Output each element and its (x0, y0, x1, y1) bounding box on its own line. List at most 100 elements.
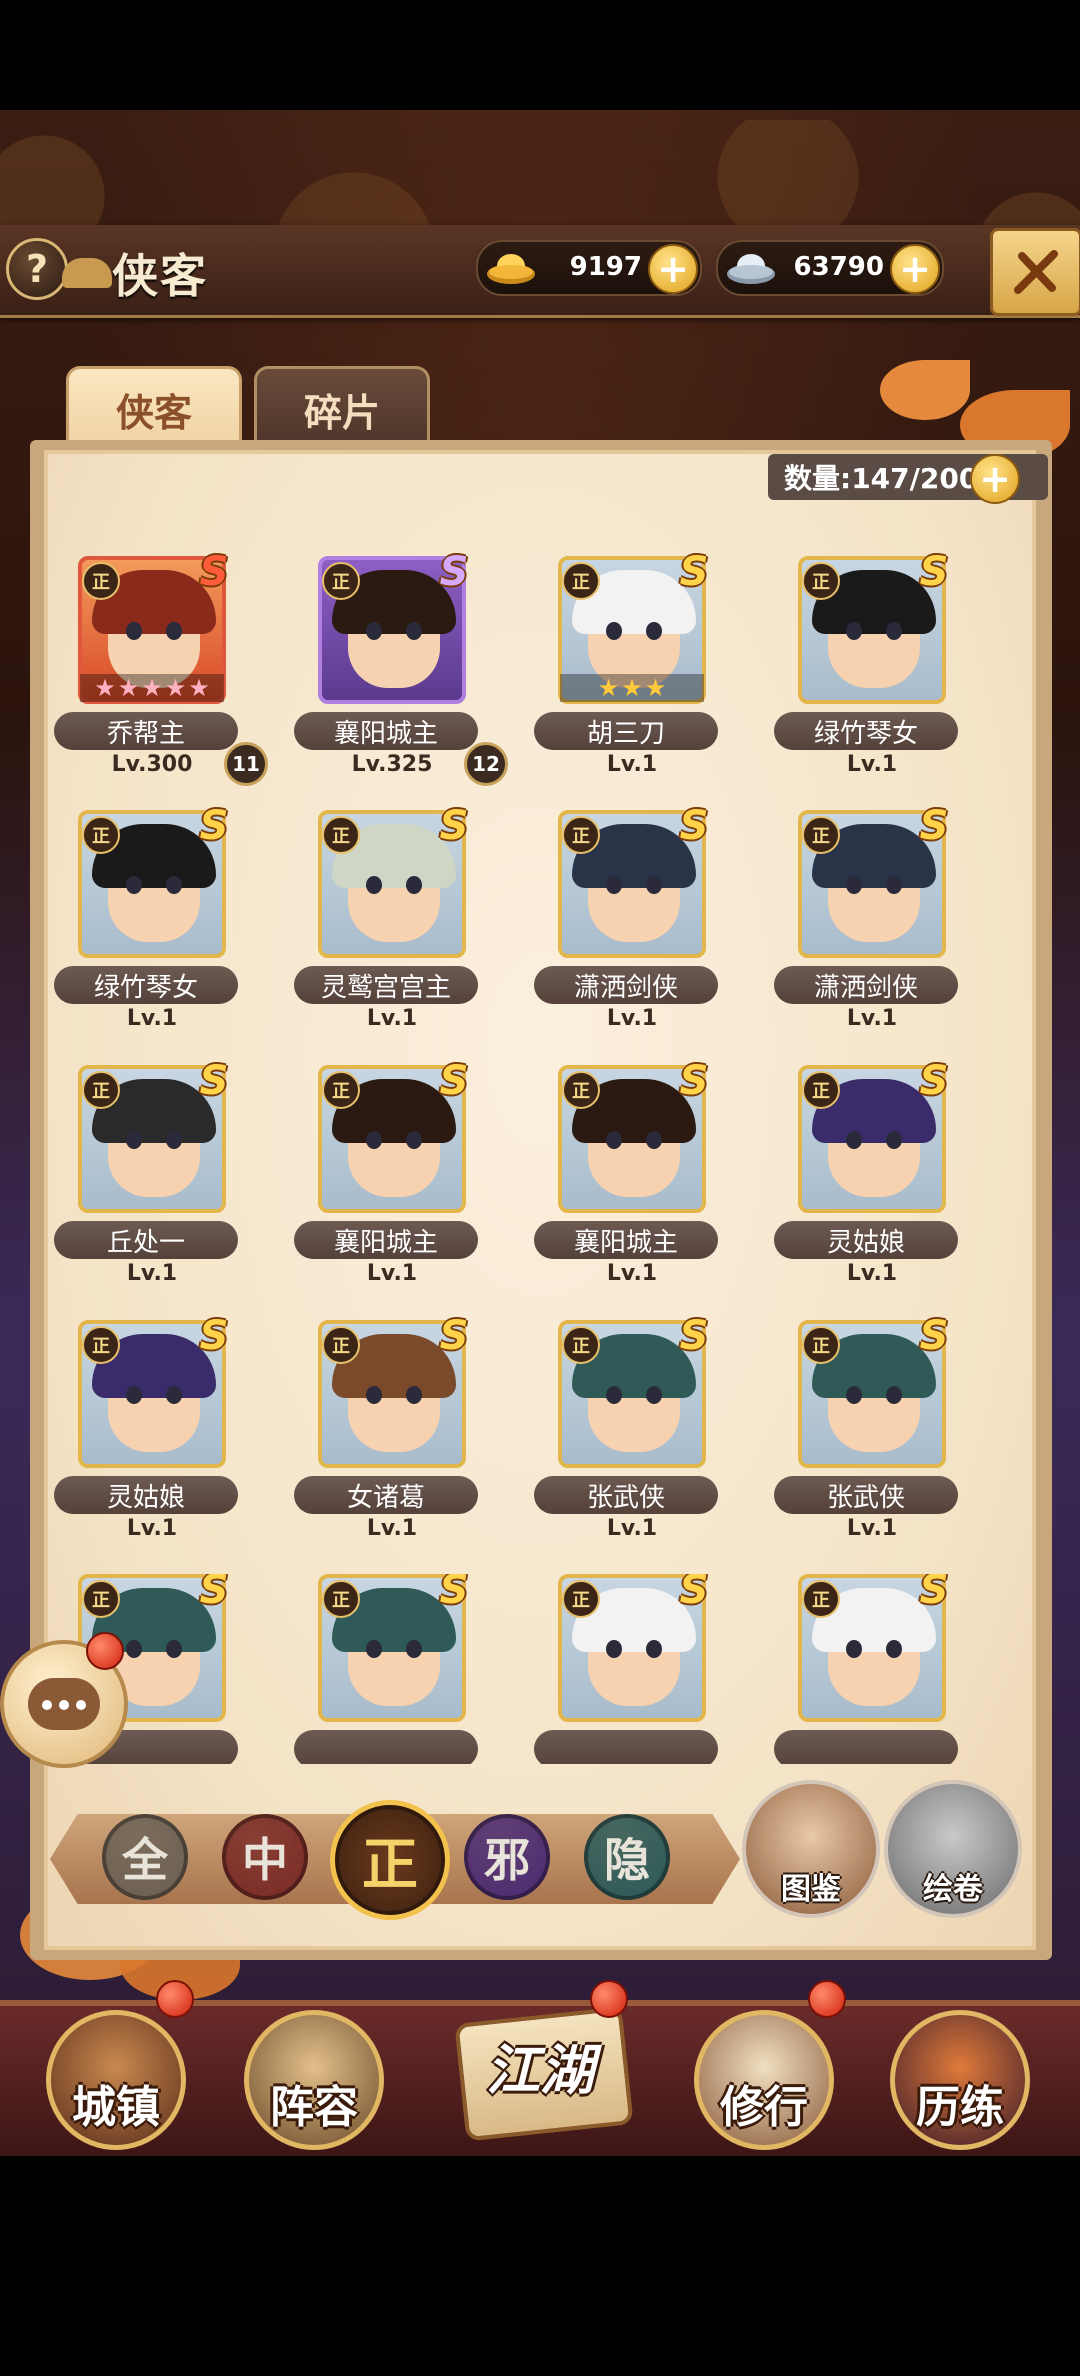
hero-card[interactable]: 正 S 襄阳城主 Lv.1 (284, 1058, 484, 1295)
hero-card[interactable]: 正 S 潇洒剑侠 Lv.1 (764, 803, 964, 1040)
hero-name: 胡三刀 (534, 712, 718, 750)
hero-name: 潇洒剑侠 (534, 966, 718, 1004)
nav-training[interactable]: 修行 (694, 2010, 834, 2150)
hero-name: 襄阳城主 (294, 712, 478, 750)
hero-card[interactable]: 正 S 襄阳城主 Lv.1 (524, 1058, 724, 1295)
hero-level: Lv.1 (846, 1006, 898, 1031)
star-icon: ★ (164, 674, 187, 702)
hero-card[interactable]: 正 S 灵姑娘 Lv.1 (44, 1313, 244, 1550)
hero-card[interactable]: 正S (764, 1574, 964, 1764)
hero-name: 灵姑娘 (774, 1221, 958, 1259)
grade-badge-icon: S (199, 803, 229, 849)
hero-level: Lv.1 (366, 1261, 418, 1286)
hero-eye (886, 876, 902, 894)
filter-righteous-button[interactable]: 正 (330, 1800, 450, 1920)
faction-badge-icon: 正 (322, 1071, 360, 1109)
grade-badge-icon: S (919, 1313, 949, 1359)
codex-label: 图鉴 (781, 1872, 841, 1907)
hero-card[interactable]: 正 S 灵鹫宫宫主 Lv.1 (284, 803, 484, 1040)
hero-eye (166, 876, 182, 894)
star-icon: ★ (644, 674, 667, 702)
hero-eye (646, 1640, 662, 1658)
hero-card[interactable]: 正 S 女诸葛 Lv.1 (284, 1313, 484, 1550)
faction-badge-icon: 正 (562, 1580, 600, 1618)
hero-card[interactable]: 正 S 张武侠 Lv.1 (524, 1313, 724, 1550)
grade-badge-icon: S (919, 803, 949, 849)
scroll-gallery-button[interactable]: 绘卷 (884, 1780, 1022, 1918)
silver-ingot-icon (727, 254, 775, 284)
silver-currency: 63790 + (716, 240, 944, 296)
hero-card[interactable]: 正 S ★ ★ ★ 胡三刀 Lv.1 (524, 549, 724, 786)
add-silver-button[interactable]: + (890, 244, 940, 294)
hero-level: Lv.1 (606, 752, 658, 777)
hero-eye (166, 1131, 182, 1149)
nav-adventure[interactable]: 历练 (890, 2010, 1030, 2150)
faction-badge-icon: 正 (322, 562, 360, 600)
hero-eye (846, 1640, 862, 1658)
faction-badge-icon: 正 (562, 562, 600, 600)
faction-badge-icon: 正 (562, 1071, 600, 1109)
hero-name: 襄阳城主 (534, 1221, 718, 1259)
hero-eye (846, 1131, 862, 1149)
hero-eye (606, 1131, 622, 1149)
hero-card[interactable]: 正 S 襄阳城主 Lv.325 12 (284, 549, 508, 786)
hero-eye (166, 1640, 182, 1658)
hero-card[interactable]: 正 S 潇洒剑侠 Lv.1 (524, 803, 724, 1040)
maple-leaf-decoration (880, 360, 970, 420)
hero-card[interactable]: 正 S 绿竹琴女 Lv.1 (44, 803, 244, 1040)
grade-badge-icon: S (679, 1574, 709, 1613)
star-icon: ★ (188, 674, 210, 702)
hero-level: Lv.1 (126, 1006, 178, 1031)
faction-badge-icon: 正 (82, 562, 120, 600)
hero-level: Lv.1 (366, 1516, 418, 1541)
grade-badge-icon: S (919, 549, 949, 595)
star-rating: ★ ★ ★ (560, 674, 704, 702)
tab-heroes[interactable]: 侠客 (66, 366, 242, 449)
hero-eye (606, 1640, 622, 1658)
filter-hidden-button[interactable]: 隐 (584, 1814, 670, 1900)
codex-button[interactable]: 图鉴 (742, 1780, 880, 1918)
hero-card[interactable]: 正S (284, 1574, 484, 1764)
expand-capacity-button[interactable]: + (970, 454, 1020, 504)
hero-card[interactable]: 正 S 灵姑娘 Lv.1 (764, 1058, 964, 1295)
hero-card[interactable]: 正S (524, 1574, 724, 1764)
help-button[interactable]: ? (6, 238, 68, 300)
star-icon: ★ (94, 674, 116, 702)
nav-lineup[interactable]: 阵容 (244, 2010, 384, 2150)
rank-badge: 11 (224, 742, 268, 786)
add-gold-button[interactable]: + (648, 244, 698, 294)
faction-badge-icon: 正 (562, 816, 600, 854)
hero-card[interactable]: 正 S 丘处一 Lv.1 (44, 1058, 244, 1295)
filter-evil-button[interactable]: 邪 (464, 1814, 550, 1900)
faction-badge-icon: 正 (82, 1326, 120, 1364)
page-title: 侠客 (112, 249, 208, 303)
hero-level: Lv.1 (606, 1516, 658, 1541)
star-icon: ★ (621, 674, 643, 702)
hero-eye (366, 876, 382, 894)
hero-eye (166, 1386, 182, 1404)
hero-eye (886, 1131, 902, 1149)
filter-neutral-button[interactable]: 中 (222, 1814, 308, 1900)
hero-eye (126, 622, 142, 640)
hero-name: 张武侠 (534, 1476, 718, 1514)
faction-badge-icon: 正 (82, 1071, 120, 1109)
close-button[interactable] (990, 228, 1080, 316)
hero-card[interactable]: 正 S ★ ★ ★ ★ ★ 乔帮主 Lv.300 11 (44, 549, 268, 786)
scroll-gallery-label: 绘卷 (923, 1872, 983, 1907)
hero-name: 女诸葛 (294, 1476, 478, 1514)
hero-card[interactable]: 正 S 张武侠 Lv.1 (764, 1313, 964, 1550)
filter-all-button[interactable]: 全 (102, 1814, 188, 1900)
nav-town-label: 城镇 (72, 2082, 160, 2133)
hero-name (774, 1730, 958, 1764)
hero-eye (406, 876, 422, 894)
hero-name: 襄阳城主 (294, 1221, 478, 1259)
hero-card[interactable]: 正 S 绿竹琴女 Lv.1 (764, 549, 964, 786)
faction-badge-icon: 正 (802, 816, 840, 854)
tab-fragments[interactable]: 碎片 (254, 366, 430, 449)
nav-town[interactable]: 城镇 (46, 2010, 186, 2150)
hero-level: Lv.1 (846, 1261, 898, 1286)
hero-level: Lv.1 (606, 1006, 658, 1031)
star-icon: ★ (597, 674, 620, 702)
star-icon: ★ (141, 674, 163, 702)
close-icon (1014, 250, 1058, 294)
